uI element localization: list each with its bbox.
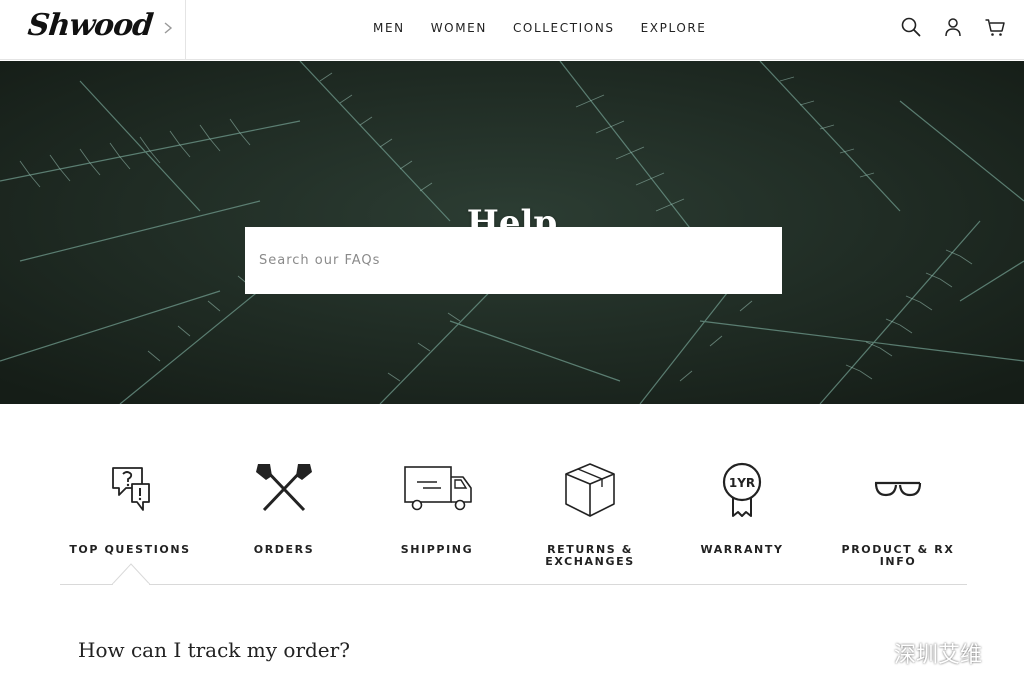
glasses-icon [874, 481, 922, 497]
header-icons [900, 16, 1006, 38]
site-header: Shwood MEN WOMEN COLLECTIONS EXPLORE [0, 0, 1024, 60]
category-label: WARRANTY [700, 543, 784, 556]
nav-item-explore[interactable]: EXPLORE [641, 21, 707, 35]
category-warranty[interactable]: 1YR WARRANTY [667, 460, 817, 556]
category-returns-exchanges[interactable]: RETURNS & EXCHANGES [515, 460, 665, 568]
category-label: TOP QUESTIONS [69, 543, 191, 556]
warranty-badge-text: 1YR [729, 476, 755, 490]
category-label: SHIPPING [400, 543, 474, 556]
logo-area: Shwood [0, 0, 186, 60]
search-icon[interactable] [900, 16, 922, 38]
category-label: PRODUCT & RX INFO [841, 543, 955, 568]
truck-icon [404, 466, 472, 511]
nav-item-women[interactable]: WOMEN [431, 21, 487, 35]
category-shipping[interactable]: SHIPPING [362, 460, 512, 556]
category-label: RETURNS & EXCHANGES [545, 543, 635, 568]
category-label: ORDERS [253, 543, 315, 556]
faq-question-heading[interactable]: How can I track my order? [78, 638, 350, 662]
watermark: 深圳艾维 [846, 637, 982, 669]
warranty-badge-icon: 1YR [722, 462, 762, 517]
category-top-questions[interactable]: TOP QUESTIONS [55, 460, 205, 556]
box-icon [565, 463, 615, 517]
faq-search-input[interactable] [245, 227, 782, 294]
main-nav: MEN WOMEN COLLECTIONS EXPLORE [360, 0, 720, 56]
nav-item-men[interactable]: MEN [373, 21, 405, 35]
question-bubbles-icon [112, 467, 150, 511]
crossed-axes-icon [256, 464, 312, 512]
cart-icon[interactable] [984, 16, 1006, 38]
wechat-icon [848, 640, 885, 666]
active-category-pointer [112, 563, 150, 585]
watermark-text: 深圳艾维 [894, 643, 983, 668]
account-icon[interactable] [942, 16, 964, 38]
category-orders[interactable]: ORDERS [209, 460, 359, 556]
chevron-right-icon[interactable] [160, 16, 176, 40]
help-categories: TOP QUESTIONS ORDERS SHIPPING RETURNS & … [60, 460, 967, 585]
shwood-logo[interactable]: Shwood [26, 8, 154, 43]
nav-item-collections[interactable]: COLLECTIONS [513, 21, 615, 35]
category-product-rx-info[interactable]: PRODUCT & RX INFO [823, 460, 973, 568]
